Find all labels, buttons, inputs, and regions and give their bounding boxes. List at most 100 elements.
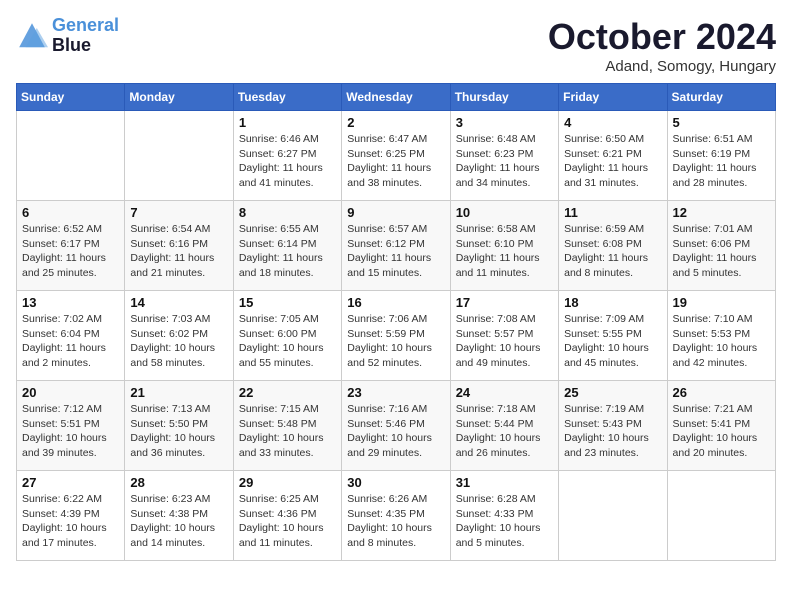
day-info: Sunrise: 6:28 AM Sunset: 4:33 PM Dayligh… xyxy=(456,492,553,551)
day-number: 2 xyxy=(347,115,444,130)
calendar-header-friday: Friday xyxy=(559,84,667,111)
calendar-cell: 29 Sunrise: 6:25 AM Sunset: 4:36 PM Dayli… xyxy=(233,471,341,561)
calendar-header-thursday: Thursday xyxy=(450,84,558,111)
calendar-week-row: 20 Sunrise: 7:12 AM Sunset: 5:51 PM Dayli… xyxy=(17,381,776,471)
day-info: Sunrise: 6:59 AM Sunset: 6:08 PM Dayligh… xyxy=(564,222,661,281)
day-number: 8 xyxy=(239,205,336,220)
day-number: 4 xyxy=(564,115,661,130)
calendar-header-wednesday: Wednesday xyxy=(342,84,450,111)
day-info: Sunrise: 6:48 AM Sunset: 6:23 PM Dayligh… xyxy=(456,132,553,191)
calendar-cell: 13Sunrise: 7:02 AM Sunset: 6:04 PM Dayli… xyxy=(17,291,125,381)
day-info: Sunrise: 7:09 AM Sunset: 5:55 PM Dayligh… xyxy=(564,312,661,371)
day-number: 24 xyxy=(456,385,553,400)
calendar-cell: 18 Sunrise: 7:09 AM Sunset: 5:55 PM Dayli… xyxy=(559,291,667,381)
calendar-cell: 23 Sunrise: 7:16 AM Sunset: 5:46 PM Dayli… xyxy=(342,381,450,471)
calendar-cell: 10Sunrise: 6:58 AM Sunset: 6:10 PM Dayli… xyxy=(450,201,558,291)
day-number: 11 xyxy=(564,205,661,220)
calendar-cell: 14 Sunrise: 7:03 AM Sunset: 6:02 PM Dayli… xyxy=(125,291,233,381)
calendar-cell: 7 Sunrise: 6:54 AM Sunset: 6:16 PM Daylig… xyxy=(125,201,233,291)
calendar-header-row: SundayMondayTuesdayWednesdayThursdayFrid… xyxy=(17,84,776,111)
day-info: Sunrise: 6:47 AM Sunset: 6:25 PM Dayligh… xyxy=(347,132,444,191)
day-info: Sunrise: 7:12 AM Sunset: 5:51 PM Dayligh… xyxy=(22,402,119,461)
day-info: Sunrise: 7:15 AM Sunset: 5:48 PM Dayligh… xyxy=(239,402,336,461)
calendar-cell: 26Sunrise: 7:21 AM Sunset: 5:41 PM Dayli… xyxy=(667,381,775,471)
calendar-cell: 31 Sunrise: 6:28 AM Sunset: 4:33 PM Dayli… xyxy=(450,471,558,561)
day-number: 30 xyxy=(347,475,444,490)
day-info: Sunrise: 6:55 AM Sunset: 6:14 PM Dayligh… xyxy=(239,222,336,281)
day-number: 16 xyxy=(347,295,444,310)
calendar-cell: 27Sunrise: 6:22 AM Sunset: 4:39 PM Dayli… xyxy=(17,471,125,561)
day-number: 14 xyxy=(130,295,227,310)
calendar-cell: 24 Sunrise: 7:18 AM Sunset: 5:44 PM Dayli… xyxy=(450,381,558,471)
day-info: Sunrise: 6:46 AM Sunset: 6:27 PM Dayligh… xyxy=(239,132,336,191)
calendar-cell: 3 Sunrise: 6:48 AM Sunset: 6:23 PM Daylig… xyxy=(450,111,558,201)
month-title: October 2024 xyxy=(548,16,776,58)
day-info: Sunrise: 7:18 AM Sunset: 5:44 PM Dayligh… xyxy=(456,402,553,461)
day-info: Sunrise: 6:23 AM Sunset: 4:38 PM Dayligh… xyxy=(130,492,227,551)
day-number: 9 xyxy=(347,205,444,220)
day-number: 19 xyxy=(673,295,770,310)
day-info: Sunrise: 7:01 AM Sunset: 6:06 PM Dayligh… xyxy=(673,222,770,281)
calendar-cell xyxy=(125,111,233,201)
day-info: Sunrise: 7:03 AM Sunset: 6:02 PM Dayligh… xyxy=(130,312,227,371)
calendar-week-row: 6Sunrise: 6:52 AM Sunset: 6:17 PM Daylig… xyxy=(17,201,776,291)
calendar-cell xyxy=(17,111,125,201)
day-number: 27 xyxy=(22,475,119,490)
calendar-week-row: 27Sunrise: 6:22 AM Sunset: 4:39 PM Dayli… xyxy=(17,471,776,561)
day-number: 7 xyxy=(130,205,227,220)
day-number: 20 xyxy=(22,385,119,400)
day-info: Sunrise: 7:13 AM Sunset: 5:50 PM Dayligh… xyxy=(130,402,227,461)
day-number: 18 xyxy=(564,295,661,310)
calendar-cell: 12 Sunrise: 7:01 AM Sunset: 6:06 PM Dayli… xyxy=(667,201,775,291)
calendar-week-row: 13Sunrise: 7:02 AM Sunset: 6:04 PM Dayli… xyxy=(17,291,776,381)
day-number: 12 xyxy=(673,205,770,220)
day-info: Sunrise: 6:52 AM Sunset: 6:17 PM Dayligh… xyxy=(22,222,119,281)
calendar-cell: 6Sunrise: 6:52 AM Sunset: 6:17 PM Daylig… xyxy=(17,201,125,291)
day-number: 22 xyxy=(239,385,336,400)
calendar-cell: 8 Sunrise: 6:55 AM Sunset: 6:14 PM Daylig… xyxy=(233,201,341,291)
day-number: 25 xyxy=(564,385,661,400)
day-info: Sunrise: 6:54 AM Sunset: 6:16 PM Dayligh… xyxy=(130,222,227,281)
day-number: 1 xyxy=(239,115,336,130)
title-area: October 2024 Adand, Somogy, Hungary xyxy=(548,16,776,75)
day-info: Sunrise: 7:19 AM Sunset: 5:43 PM Dayligh… xyxy=(564,402,661,461)
calendar-cell: 21 Sunrise: 7:13 AM Sunset: 5:50 PM Dayli… xyxy=(125,381,233,471)
day-info: Sunrise: 6:25 AM Sunset: 4:36 PM Dayligh… xyxy=(239,492,336,551)
day-number: 28 xyxy=(130,475,227,490)
calendar-cell: 11 Sunrise: 6:59 AM Sunset: 6:08 PM Dayli… xyxy=(559,201,667,291)
logo-icon xyxy=(16,20,48,52)
calendar-header-sunday: Sunday xyxy=(17,84,125,111)
day-number: 29 xyxy=(239,475,336,490)
calendar-header-monday: Monday xyxy=(125,84,233,111)
day-info: Sunrise: 7:08 AM Sunset: 5:57 PM Dayligh… xyxy=(456,312,553,371)
calendar-cell: 5 Sunrise: 6:51 AM Sunset: 6:19 PM Daylig… xyxy=(667,111,775,201)
calendar-cell: 30 Sunrise: 6:26 AM Sunset: 4:35 PM Dayli… xyxy=(342,471,450,561)
calendar-header-tuesday: Tuesday xyxy=(233,84,341,111)
day-info: Sunrise: 7:10 AM Sunset: 5:53 PM Dayligh… xyxy=(673,312,770,371)
day-number: 13 xyxy=(22,295,119,310)
calendar-table: SundayMondayTuesdayWednesdayThursdayFrid… xyxy=(16,83,776,561)
calendar-cell: 28 Sunrise: 6:23 AM Sunset: 4:38 PM Dayli… xyxy=(125,471,233,561)
location: Adand, Somogy, Hungary xyxy=(548,58,776,75)
calendar-week-row: 1 Sunrise: 6:46 AM Sunset: 6:27 PM Daylig… xyxy=(17,111,776,201)
calendar-cell xyxy=(667,471,775,561)
day-number: 5 xyxy=(673,115,770,130)
calendar-cell: 22 Sunrise: 7:15 AM Sunset: 5:48 PM Dayli… xyxy=(233,381,341,471)
day-info: Sunrise: 6:57 AM Sunset: 6:12 PM Dayligh… xyxy=(347,222,444,281)
page-header: General Blue October 2024 Adand, Somogy,… xyxy=(16,16,776,75)
day-info: Sunrise: 6:50 AM Sunset: 6:21 PM Dayligh… xyxy=(564,132,661,191)
calendar-cell: 25 Sunrise: 7:19 AM Sunset: 5:43 PM Dayli… xyxy=(559,381,667,471)
logo-text: General Blue xyxy=(52,16,119,56)
day-number: 21 xyxy=(130,385,227,400)
day-info: Sunrise: 7:21 AM Sunset: 5:41 PM Dayligh… xyxy=(673,402,770,461)
day-number: 23 xyxy=(347,385,444,400)
day-info: Sunrise: 7:06 AM Sunset: 5:59 PM Dayligh… xyxy=(347,312,444,371)
calendar-cell: 1 Sunrise: 6:46 AM Sunset: 6:27 PM Daylig… xyxy=(233,111,341,201)
day-number: 17 xyxy=(456,295,553,310)
day-number: 10 xyxy=(456,205,553,220)
day-info: Sunrise: 6:51 AM Sunset: 6:19 PM Dayligh… xyxy=(673,132,770,191)
day-info: Sunrise: 6:26 AM Sunset: 4:35 PM Dayligh… xyxy=(347,492,444,551)
day-info: Sunrise: 7:16 AM Sunset: 5:46 PM Dayligh… xyxy=(347,402,444,461)
day-number: 31 xyxy=(456,475,553,490)
day-number: 3 xyxy=(456,115,553,130)
